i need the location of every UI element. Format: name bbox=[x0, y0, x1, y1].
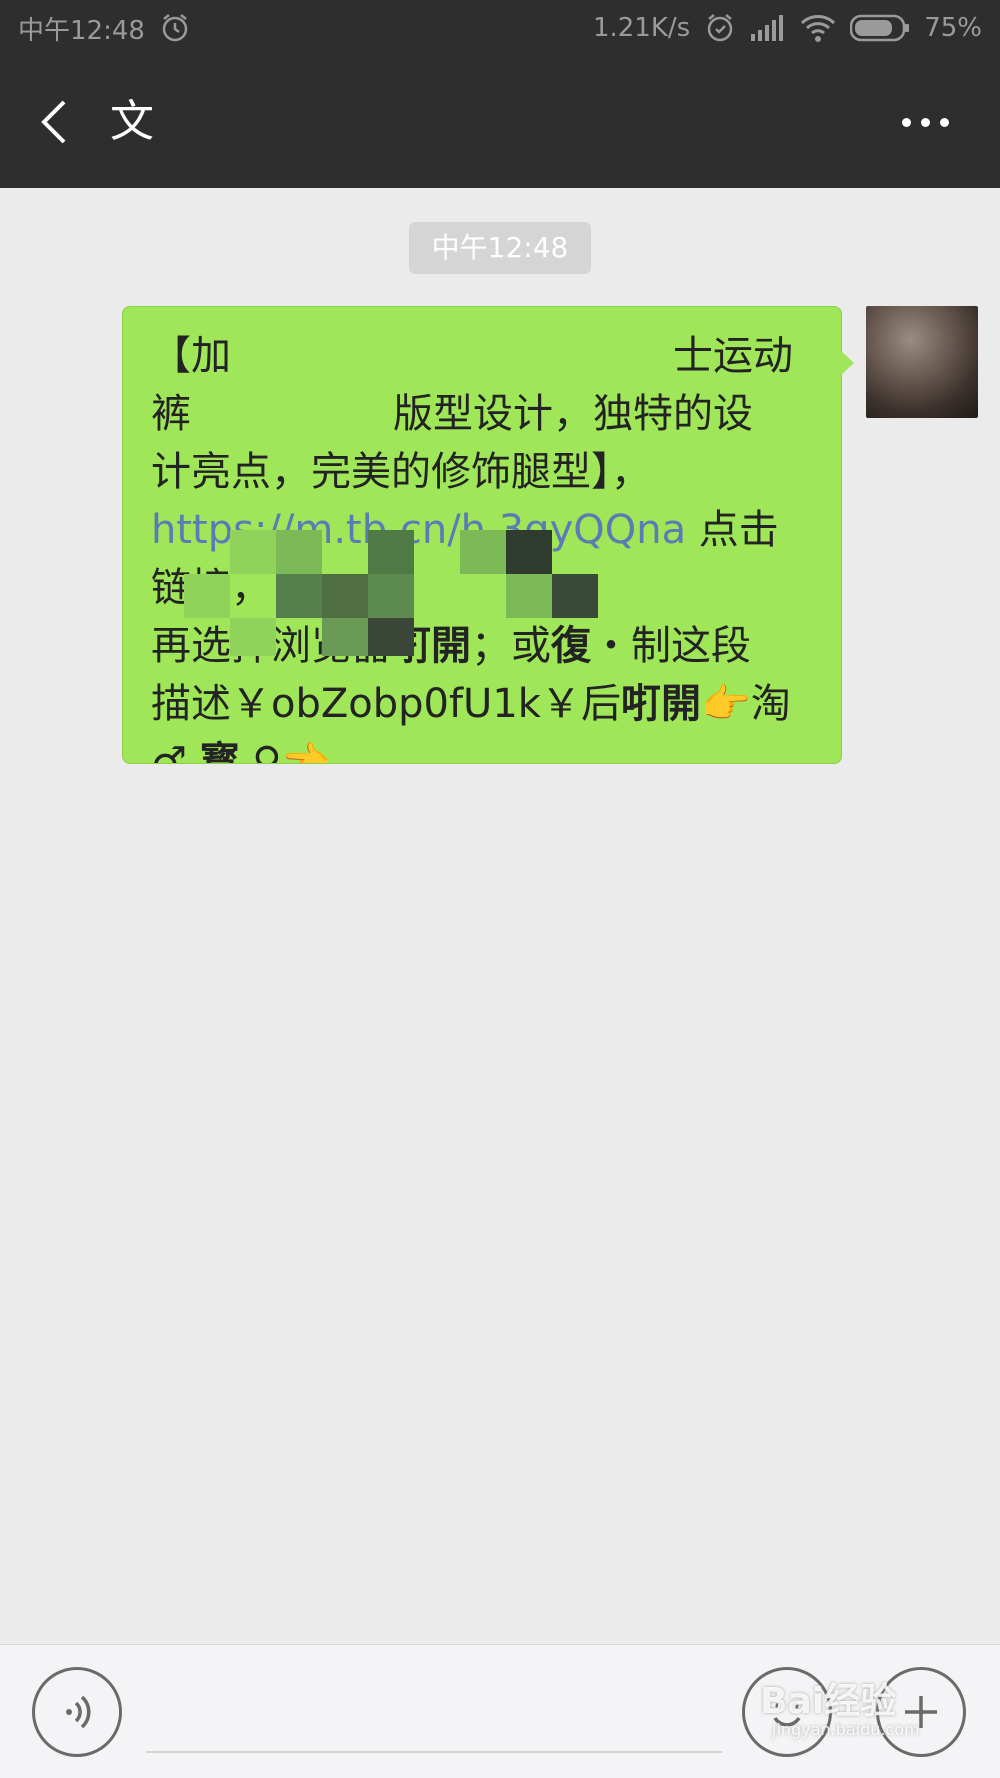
battery-percent: 75% bbox=[924, 13, 982, 43]
emoji-icon bbox=[773, 1702, 801, 1727]
censor-mosaic bbox=[184, 530, 614, 660]
message-line: 计亮点，完美的修饰腿型】， bbox=[151, 449, 651, 495]
alarm-icon bbox=[159, 12, 191, 44]
chat-area[interactable]: 中午12:48 【加 士运动 裤版型设计，独特的设 计亮点，完美的修饰腿型】， h… bbox=[0, 188, 1000, 1644]
more-dots-icon bbox=[901, 117, 911, 127]
voice-button[interactable] bbox=[32, 1667, 122, 1757]
network-speed: 1.21K/s bbox=[592, 13, 691, 43]
bubble-tail bbox=[840, 350, 854, 376]
alarm-icon bbox=[704, 12, 736, 44]
pointing-right-icon: 👉 bbox=[700, 681, 751, 727]
message-line: 裤版型设计，独特的设 bbox=[151, 391, 753, 437]
battery-icon bbox=[850, 14, 910, 42]
plus-button[interactable] bbox=[876, 1667, 966, 1757]
signal-icon bbox=[750, 14, 786, 42]
status-bar: 中午12:48 1.21K/s 75% bbox=[0, 0, 1000, 56]
plus-icon bbox=[905, 1696, 937, 1728]
message-input[interactable] bbox=[146, 1675, 722, 1753]
message-line: 【加 士运动 bbox=[151, 333, 793, 379]
back-button[interactable] bbox=[28, 92, 88, 152]
more-button[interactable] bbox=[890, 92, 960, 152]
message-line: ♂ 寳 ♀👈 bbox=[151, 733, 817, 764]
emoji-button[interactable] bbox=[742, 1667, 832, 1757]
pointing-left-icon: 👈 bbox=[281, 739, 332, 764]
input-bar bbox=[0, 1644, 1000, 1778]
avatar[interactable] bbox=[866, 306, 978, 418]
chevron-left-icon bbox=[41, 100, 66, 144]
chat-title: 文 bbox=[110, 96, 154, 147]
wifi-icon bbox=[800, 13, 836, 43]
status-time: 中午12:48 bbox=[18, 15, 145, 46]
nav-bar: 文 bbox=[0, 56, 1000, 188]
message-line: 描述￥obZobp0fU1k￥后咑開👉淘 bbox=[151, 681, 791, 727]
message-timestamp: 中午12:48 bbox=[409, 222, 591, 274]
voice-icon bbox=[66, 1695, 91, 1729]
